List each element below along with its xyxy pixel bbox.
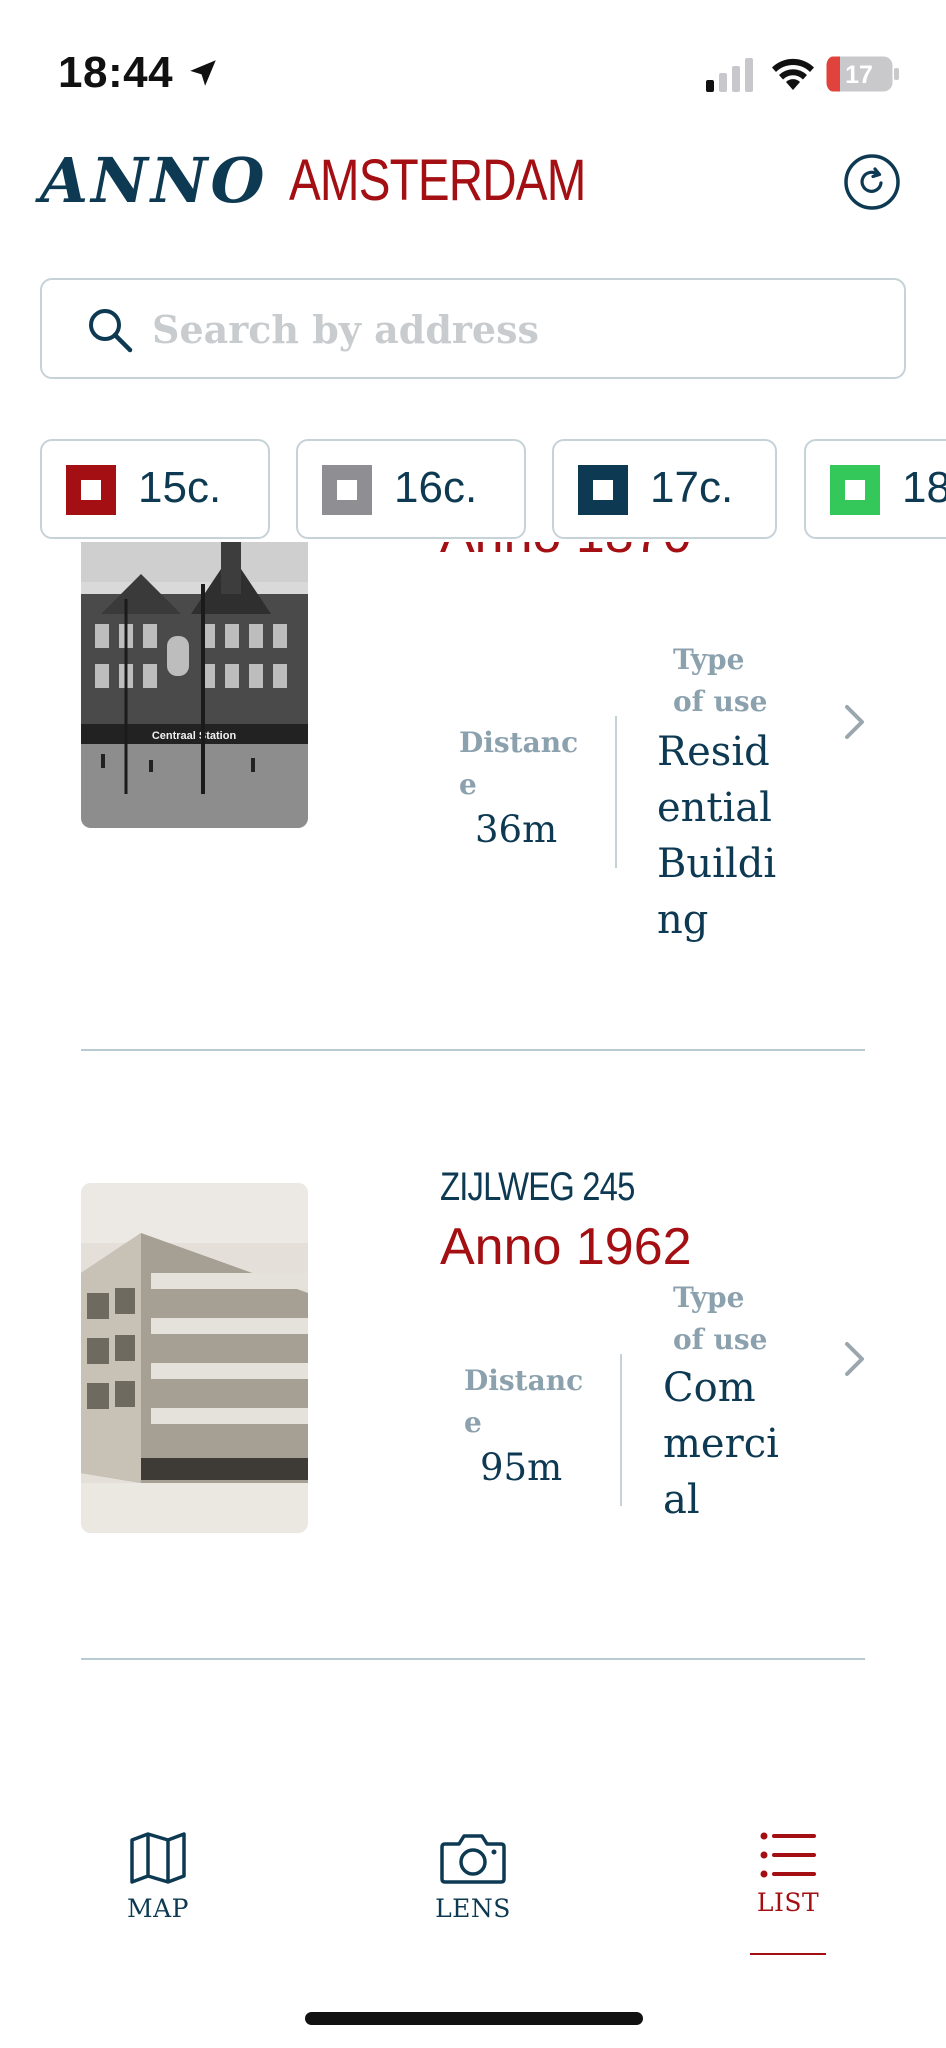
chip-18c[interactable]: 18 bbox=[804, 439, 946, 539]
type-label: Type of use bbox=[673, 1281, 768, 1356]
chip-label: 15c. bbox=[138, 463, 222, 512]
cellular-signal-icon bbox=[706, 58, 753, 92]
battery-level: 17 bbox=[845, 61, 873, 89]
app-logo: ANNO AMSTERDAM bbox=[40, 146, 651, 216]
distance-label: Distance bbox=[459, 726, 579, 801]
distance-value: 36m bbox=[475, 808, 558, 851]
list-item[interactable]: Centraal Station Anno 1870 Distance 36m … bbox=[0, 542, 946, 1052]
tab-lens[interactable]: LENS bbox=[393, 1830, 553, 1960]
street-address: ZIJLWEG 245 bbox=[440, 1165, 635, 1209]
search-icon bbox=[89, 309, 133, 353]
century-filter-bar[interactable]: 15c. 16c. 17c. 18 bbox=[40, 439, 946, 540]
search-input[interactable] bbox=[152, 300, 872, 358]
search-bar[interactable] bbox=[40, 278, 906, 379]
chip-label: 18 bbox=[902, 463, 946, 512]
distance-label: Distance bbox=[464, 1364, 584, 1439]
centraal-station-photo: Centraal Station bbox=[81, 542, 308, 828]
refresh-icon[interactable] bbox=[842, 152, 902, 212]
century-color-swatch bbox=[830, 465, 880, 515]
building-photo bbox=[81, 1183, 308, 1533]
anno-year: Anno 1870 bbox=[440, 542, 692, 565]
status-time: 18:44 bbox=[58, 48, 174, 97]
tab-label: LIST bbox=[756, 1888, 820, 1917]
column-divider bbox=[620, 1354, 622, 1506]
logo-amsterdam: AMSTERDAM bbox=[289, 148, 586, 213]
wifi-icon bbox=[772, 58, 814, 90]
type-value: Residential Building bbox=[657, 729, 777, 943]
home-indicator[interactable] bbox=[305, 2012, 643, 2025]
distance-value: 95m bbox=[480, 1446, 563, 1489]
column-divider bbox=[615, 716, 617, 868]
chip-16c[interactable]: 16c. bbox=[296, 439, 526, 539]
anno-year: Anno 1962 bbox=[440, 1218, 692, 1276]
chevron-right-icon[interactable] bbox=[842, 1339, 868, 1379]
chip-17c[interactable]: 17c. bbox=[552, 439, 777, 539]
century-color-swatch bbox=[322, 465, 372, 515]
active-tab-indicator bbox=[750, 1953, 826, 1955]
century-color-swatch bbox=[66, 465, 116, 515]
tab-label: MAP bbox=[127, 1894, 189, 1923]
list-divider bbox=[81, 1049, 865, 1051]
bottom-tab-bar: MAP LENS LIST bbox=[0, 1800, 946, 2000]
type-value: Commercial bbox=[663, 1365, 779, 1523]
battery-icon: 17 bbox=[826, 56, 899, 92]
list-divider bbox=[81, 1658, 865, 1660]
building-photo: Centraal Station bbox=[81, 542, 308, 828]
century-color-swatch bbox=[578, 465, 628, 515]
photo-sign-text: Centraal Station bbox=[152, 730, 237, 742]
location-arrow-icon bbox=[190, 60, 216, 86]
status-bar: 18:44 17 bbox=[0, 0, 946, 120]
chip-15c[interactable]: 15c. bbox=[40, 439, 270, 539]
chip-label: 16c. bbox=[394, 463, 478, 512]
type-label: Type of use bbox=[673, 643, 768, 718]
logo-anno: ANNO bbox=[40, 144, 268, 217]
camera-icon bbox=[440, 1834, 506, 1884]
zijlweg-building-photo bbox=[81, 1183, 308, 1533]
tab-label: LENS bbox=[435, 1894, 511, 1923]
tab-list[interactable]: LIST bbox=[708, 1830, 868, 1960]
chip-label: 17c. bbox=[650, 463, 734, 512]
list-item[interactable]: ZIJLWEG 245 Anno 1962 Distance 95m Type … bbox=[0, 1052, 946, 1692]
list-icon bbox=[760, 1832, 816, 1878]
results-list[interactable]: Centraal Station Anno 1870 Distance 36m … bbox=[0, 542, 946, 1770]
map-icon bbox=[130, 1832, 186, 1884]
chevron-right-icon[interactable] bbox=[842, 702, 868, 742]
tab-map[interactable]: MAP bbox=[78, 1830, 238, 1960]
